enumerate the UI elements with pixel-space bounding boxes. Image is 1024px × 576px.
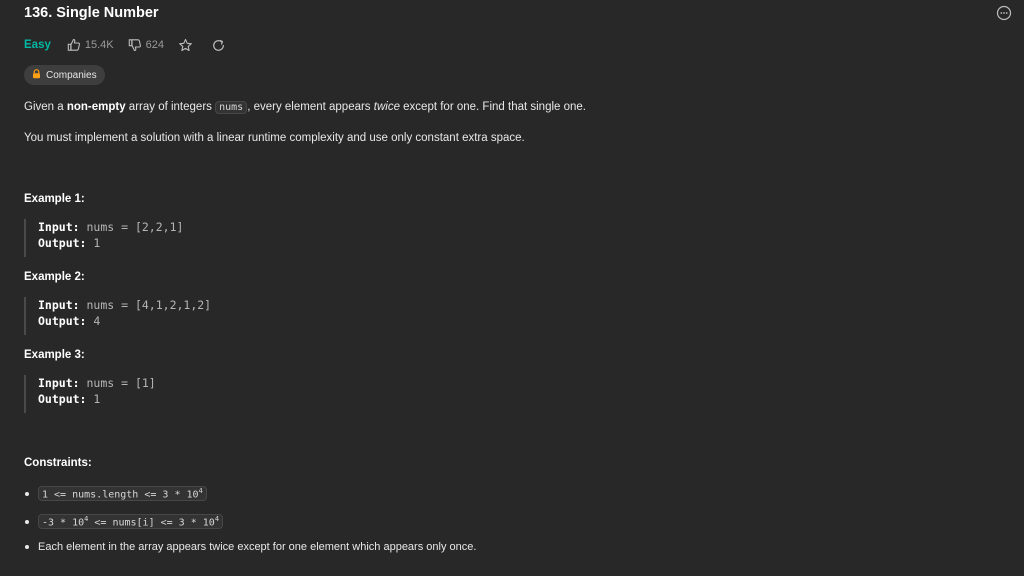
constraint-1-code: 1 <= nums.length <= 3 * 104 bbox=[38, 486, 207, 502]
thumbs-up-icon bbox=[67, 38, 80, 51]
description-paragraph-2: You must implement a solution with a lin… bbox=[24, 132, 525, 144]
problem-description-panel: 136. Single Number Easy 15.4K 624 Compan… bbox=[0, 0, 1024, 576]
example-2-input: nums = [4,1,2,1,2] bbox=[86, 298, 212, 312]
input-label: Input: bbox=[38, 376, 80, 390]
example-2-block: Input: nums = [4,1,2,1,2] Output: 4 bbox=[24, 297, 211, 335]
example-1-output-line: Output: 1 bbox=[38, 235, 183, 251]
bullet bbox=[25, 519, 29, 524]
example-3-output: 1 bbox=[93, 392, 101, 406]
example-1-output: 1 bbox=[93, 236, 101, 250]
favorite-button[interactable] bbox=[178, 38, 193, 53]
like-button[interactable]: 15.4K bbox=[67, 38, 114, 52]
input-label: Input: bbox=[38, 220, 80, 234]
description-text: Given a bbox=[24, 101, 67, 113]
constraint-1-exponent: 4 bbox=[198, 487, 203, 495]
constraint-item-1: 1 <= nums.length <= 3 * 104 bbox=[24, 486, 207, 502]
description-text: array of integers bbox=[125, 101, 216, 113]
constraint-1-text: 1 <= nums.length <= 3 * 10 bbox=[42, 489, 199, 501]
bullet bbox=[25, 491, 29, 496]
description-italic-text: twice bbox=[373, 101, 400, 113]
dislike-button[interactable]: 624 bbox=[128, 38, 164, 52]
difficulty-badge: Easy bbox=[24, 39, 51, 51]
bullet bbox=[25, 545, 29, 549]
output-label: Output: bbox=[38, 236, 87, 250]
problem-meta-row: Easy 15.4K 624 bbox=[24, 36, 244, 54]
example-2-output-line: Output: 4 bbox=[38, 313, 211, 329]
star-icon bbox=[179, 38, 192, 51]
example-2-output: 4 bbox=[93, 314, 101, 328]
example-2-title: Example 2: bbox=[24, 271, 85, 283]
description-text: , every element appears bbox=[247, 101, 374, 113]
companies-tag[interactable]: Companies bbox=[24, 65, 105, 85]
output-label: Output: bbox=[38, 314, 87, 328]
problem-title: 136. Single Number bbox=[24, 5, 159, 21]
output-label: Output: bbox=[38, 392, 87, 406]
example-1-input: nums = [2,2,1] bbox=[86, 220, 184, 234]
refresh-icon bbox=[213, 39, 224, 51]
thumbs-down-icon bbox=[128, 39, 141, 52]
constraint-item-3: Each element in the array appears twice … bbox=[24, 541, 476, 553]
example-3-input-line: Input: nums = [1] bbox=[38, 375, 156, 391]
description-paragraph-1: Given a non-empty array of integers nums… bbox=[24, 99, 984, 116]
constraint-2-text: -3 * 10 bbox=[42, 517, 85, 529]
description-text: except for one. Find that single one. bbox=[399, 101, 587, 113]
reset-button[interactable] bbox=[211, 38, 226, 53]
constraint-2-text: <= nums[i] <= 3 * 10 bbox=[88, 517, 215, 529]
example-3-title: Example 3: bbox=[24, 349, 85, 361]
constraint-2-exponent: 4 bbox=[214, 515, 220, 523]
dislike-count: 624 bbox=[145, 39, 164, 51]
example-3-input: nums = [1] bbox=[86, 376, 156, 390]
example-1-title: Example 1: bbox=[24, 193, 85, 205]
description-bold-text: non-empty bbox=[66, 101, 126, 113]
more-options-icon[interactable] bbox=[996, 5, 1012, 21]
constraint-3-text: Each element in the array appears twice … bbox=[38, 541, 477, 553]
constraint-2-code: -3 * 104 <= nums[i] <= 3 * 104 bbox=[38, 514, 224, 530]
constraints-title: Constraints: bbox=[24, 457, 92, 469]
example-2-input-line: Input: nums = [4,1,2,1,2] bbox=[38, 297, 211, 313]
lock-icon bbox=[32, 68, 41, 82]
example-1-input-line: Input: nums = [2,2,1] bbox=[38, 219, 183, 235]
like-count: 15.4K bbox=[84, 39, 114, 51]
example-1-block: Input: nums = [2,2,1] Output: 1 bbox=[24, 219, 183, 257]
inline-code-nums: nums bbox=[215, 101, 248, 114]
constraint-item-2: -3 * 104 <= nums[i] <= 3 * 104 bbox=[24, 514, 224, 530]
example-3-block: Input: nums = [1] Output: 1 bbox=[24, 375, 156, 413]
example-3-output-line: Output: 1 bbox=[38, 391, 156, 407]
input-label: Input: bbox=[38, 298, 80, 312]
companies-label: Companies bbox=[46, 69, 97, 81]
